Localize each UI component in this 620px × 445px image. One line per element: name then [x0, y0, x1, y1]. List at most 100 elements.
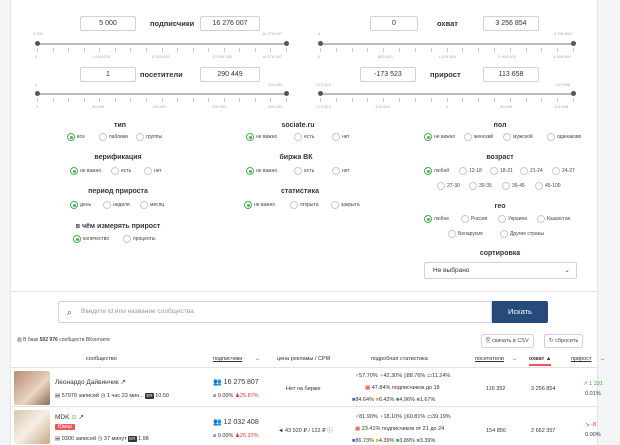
clock-icon: ◷: [100, 393, 106, 399]
sort-title: сортировка: [479, 250, 521, 257]
option-label: Россия: [471, 215, 488, 222]
stats-option-any[interactable]: не важно: [244, 201, 275, 209]
verification-title: верификация: [94, 154, 142, 161]
exchange-option-any[interactable]: не важно: [246, 167, 277, 175]
visitors-max-handle[interactable]: [284, 91, 289, 96]
geo-option-belarus[interactable]: Беларусия: [448, 230, 483, 238]
stats-option-closed[interactable]: закрыта: [331, 201, 360, 209]
geo-option-any[interactable]: любое: [424, 215, 449, 223]
age-option-21-24[interactable]: 21-24: [520, 167, 543, 175]
geo-option-ukraine[interactable]: Украина: [498, 215, 527, 223]
type-title: тип: [114, 122, 126, 129]
visitors-max-input[interactable]: 290 449: [200, 67, 260, 82]
sociate-option-yes[interactable]: есть: [294, 133, 314, 141]
arrow-icon: ⌀: [213, 393, 217, 399]
age-option-30-35[interactable]: 30-35: [469, 182, 492, 190]
growth-label: прирост: [430, 70, 461, 79]
visitors-ticks: [37, 98, 287, 102]
reach-min-input[interactable]: 0: [370, 16, 418, 31]
growth-min-handle[interactable]: [318, 91, 323, 96]
col-stats[interactable]: подробная статистика: [371, 356, 428, 362]
growth-max-input[interactable]: 113 658: [483, 67, 539, 82]
sociate-option-no[interactable]: нет: [332, 133, 350, 141]
radio-on: [73, 235, 81, 243]
growth-ticks: [320, 98, 574, 102]
reach-ticks: [320, 48, 574, 52]
exchange-option-yes[interactable]: есть: [294, 167, 314, 175]
age-option-24-27[interactable]: 24-27: [552, 167, 575, 175]
growth-slider[interactable]: [318, 91, 576, 96]
stats-option-open[interactable]: открыта: [290, 201, 319, 209]
growth-period-week[interactable]: неделя: [103, 201, 130, 209]
age-option-45-100[interactable]: 45-100: [535, 182, 561, 190]
subs-slider[interactable]: [35, 41, 289, 46]
verification-option-no[interactable]: нет: [144, 167, 162, 175]
growth-max-handle[interactable]: [571, 91, 576, 96]
col-reach[interactable]: охват ▲: [529, 356, 552, 366]
avatar[interactable]: [14, 410, 50, 444]
geo-option-kazakhstan[interactable]: Казахстан: [537, 215, 570, 223]
col-price[interactable]: цена рекламы / CPM: [277, 356, 330, 362]
subs-max-input[interactable]: 16 276 007: [200, 16, 260, 31]
col-visitors[interactable]: посетители: [475, 356, 504, 362]
stats-line-1: ♂57.70% ♀42.30% ▯88.76% ▭11.24%: [355, 373, 451, 379]
growth-period-month[interactable]: месяц: [140, 201, 164, 209]
age-option-27-30[interactable]: 27-30: [437, 182, 460, 190]
growth-period-day[interactable]: день: [70, 201, 91, 209]
option-label: любое: [434, 215, 450, 222]
measure-title: в чём измерять прирост: [75, 223, 161, 230]
subs-track-max: 16 276 007: [262, 31, 283, 36]
sort-select[interactable]: Не выбрано ⌄: [424, 262, 577, 279]
option-label: нет: [342, 167, 350, 174]
option-label: 30-35: [479, 182, 492, 189]
type-option-publics[interactable]: паблики: [99, 133, 128, 141]
csv-button[interactable]: ⎘ скачать в CSV: [481, 334, 534, 348]
community-name[interactable]: Леонардо Дайвинчик ↗: [55, 379, 126, 386]
reach-max-handle[interactable]: [571, 41, 576, 46]
verification-option-any[interactable]: не важно: [70, 167, 101, 175]
measure-count[interactable]: количество: [73, 235, 109, 243]
verification-option-yes[interactable]: есть: [111, 167, 131, 175]
type-option-all[interactable]: все: [67, 133, 85, 141]
age-option-35-45[interactable]: 35-45: [502, 182, 525, 190]
type-option-groups[interactable]: группы: [136, 133, 162, 141]
community-name[interactable]: MDK ⊙ ↗: [55, 414, 84, 421]
col-growth[interactable]: прирост: [571, 356, 592, 362]
gender-option-equal[interactable]: одинаково: [547, 133, 581, 141]
geo-option-other[interactable]: Другие страны: [500, 230, 544, 238]
col-community[interactable]: сообщество: [86, 356, 117, 362]
geo-option-russia[interactable]: Россия: [461, 215, 487, 223]
posts-icon: ▤: [55, 436, 61, 442]
gender-option-male[interactable]: мужской: [503, 133, 533, 141]
ad-price: Нет на бирже: [286, 386, 321, 392]
option-label: не важно: [256, 133, 278, 140]
gender-option-any[interactable]: не важно: [424, 133, 455, 141]
search-button[interactable]: Искать: [492, 301, 548, 323]
subs-min-input[interactable]: 5 000: [80, 16, 136, 31]
search-field[interactable]: ⌕ Введите id или название сообщества: [58, 301, 492, 323]
age-option-any[interactable]: любой: [424, 167, 449, 175]
sociate-option-any[interactable]: не важно: [246, 133, 277, 141]
visitors-min-handle[interactable]: [35, 91, 40, 96]
avatar[interactable]: [14, 371, 50, 405]
age-option-12-18[interactable]: 12-18: [459, 167, 482, 175]
radio-off: [103, 201, 111, 209]
option-label: 18-21: [500, 167, 513, 174]
reach-slider[interactable]: [318, 41, 576, 46]
growth-min-input[interactable]: -173 523: [360, 67, 416, 82]
subs-min-handle[interactable]: [35, 41, 40, 46]
community-meta: ▤ 0300 записей ◷ 37 минут ER 1.98: [55, 436, 149, 443]
visitors-slider[interactable]: [35, 91, 289, 96]
gender-option-female[interactable]: женский: [464, 133, 493, 141]
reset-button[interactable]: ↻ сбросить: [544, 334, 584, 348]
col-subscribers[interactable]: подписчики: [213, 356, 242, 362]
subs-max-handle[interactable]: [284, 41, 289, 46]
age-option-18-21[interactable]: 18-21: [490, 167, 513, 175]
exchange-option-no[interactable]: нет: [332, 167, 350, 175]
visitors-tick-4: 290 449: [268, 104, 283, 109]
reach-max-input[interactable]: 3 256 854: [483, 16, 539, 31]
visitors-min-input[interactable]: 1: [80, 67, 136, 82]
sort-arrow-icon: ↔: [600, 356, 606, 362]
measure-percent[interactable]: проценты: [123, 235, 156, 243]
reach-min-handle[interactable]: [318, 41, 323, 46]
